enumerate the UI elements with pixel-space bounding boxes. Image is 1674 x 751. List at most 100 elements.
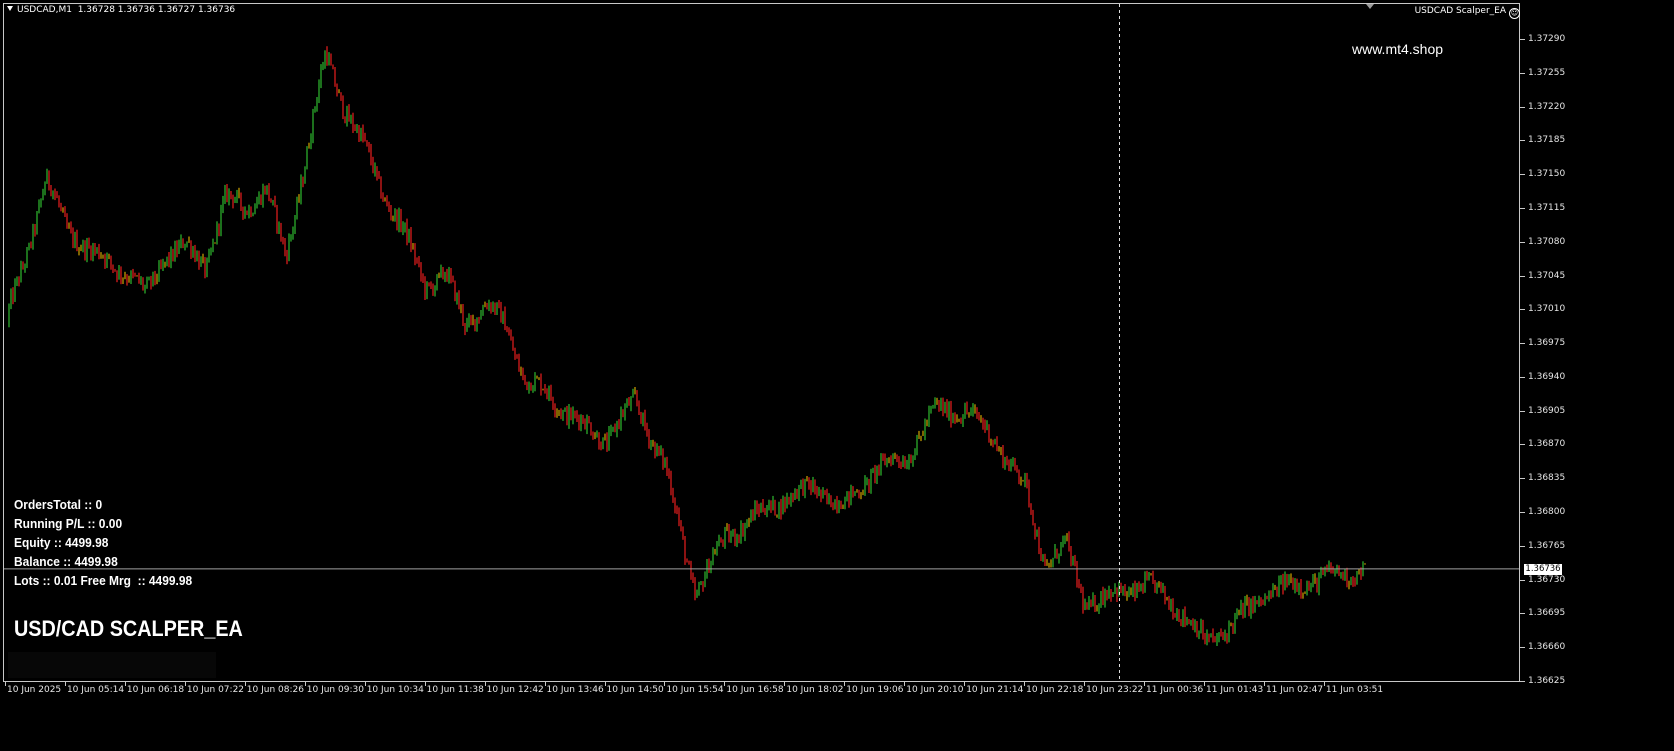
price-tick-mark [1520,613,1525,615]
time-tick-mark [1024,682,1026,686]
price-tick-mark [1520,275,1525,277]
price-tick-label: 1.36940 [1528,371,1566,382]
lots-free-margin: Lots :: 0.01 Free Mrg :: 4499.98 [14,573,193,588]
time-tick-label: 11 Jun 03:51 [1325,685,1384,695]
price-tick-mark [1520,444,1525,446]
price-tick-label: 1.37185 [1528,135,1566,146]
time-tick-mark [124,682,126,686]
price-tick-mark [1520,39,1525,40]
time-tick-mark [364,682,366,686]
price-tick-label: 1.37290 [1528,34,1566,44]
time-tick-mark [1144,682,1146,686]
time-tick-label: 10 Jun 11:38 [426,685,484,695]
time-tick-mark [184,682,186,686]
price-tick-label: 1.36800 [1528,507,1566,518]
time-axis[interactable]: 10 Jun 2025 10 Jun 05:14 10 Jun 06:18 10 Ju… [3,682,1520,704]
price-tick-label: 1.37220 [1528,101,1566,112]
equity: Equity :: 4499.98 [14,535,109,550]
price-tick-label: 1.36660 [1528,642,1566,653]
price-axis[interactable]: 1.37290 1.37255 1.37220 1.37185 1.37150 1.371… [1520,3,1674,686]
price-tick-mark [1520,309,1525,311]
price-tick-label: 1.36835 [1528,473,1566,484]
price-tick-mark [1520,376,1525,378]
price-tick-mark [1520,579,1525,581]
running-pl: Running P/L :: 0.00 [14,516,123,531]
time-tick-mark [64,682,66,686]
account-info-panel: OrdersTotal :: 0 Running P/L :: 0.00 Equ… [14,495,192,590]
time-tick-label: 11 Jun 02:47 [1265,685,1324,695]
price-tick-mark [1520,241,1525,243]
time-tick-label: 10 Jun 07:22 [186,685,245,695]
price-tick-label: 1.37080 [1528,236,1566,247]
time-tick-mark [664,682,666,686]
symbol-timeframe: USDCAD,M1 [17,5,72,15]
time-tick-label: 10 Jun 12:42 [486,685,544,695]
time-tick-label: 10 Jun 21:14 [966,685,1024,695]
price-tick-label: 1.37115 [1528,202,1566,213]
time-tick-label: 10 Jun 20:10 [906,685,964,695]
time-tick-label: 10 Jun 15:54 [666,685,724,695]
price-tick-label: 1.36765 [1528,540,1566,551]
chart-header: USDCAD,M1 1.36728 1.36736 1.36727 1.3673… [7,5,235,15]
time-tick-mark [5,682,6,686]
price-tick-mark [1520,72,1525,74]
time-tick-label: 10 Jun 19:06 [846,685,904,695]
price-tick-mark [1520,647,1525,649]
price-tick-label: 1.37150 [1528,169,1566,180]
price-tick-mark [1520,207,1525,209]
ea-title-label: USD/CAD SCALPER_EA [14,616,243,641]
time-tick-label: 10 Jun 2025 [7,685,62,695]
time-tick-label: 10 Jun 23:22 [1086,685,1144,695]
time-tick-mark [724,682,726,686]
time-tick-mark [964,682,966,686]
time-tick-label: 10 Jun 10:34 [366,685,424,695]
price-tick-label: 1.36625 [1528,676,1566,686]
price-tick-label: 1.36870 [1528,439,1566,450]
time-tick-label: 10 Jun 13:46 [546,685,604,695]
price-tick-label: 1.36975 [1528,338,1566,349]
expert-advisor-label[interactable]: USDCAD Scalper_EA ☺ [1415,6,1520,19]
price-tick-mark [1520,343,1525,345]
time-tick-mark [784,682,786,686]
time-tick-label: 10 Jun 06:18 [126,685,185,695]
price-tick-mark [1520,106,1525,108]
time-tick-label: 10 Jun 22:18 [1026,685,1084,695]
time-tick-label: 11 Jun 01:43 [1206,685,1264,695]
price-tick-mark [1520,140,1525,142]
price-tick-label: 1.36905 [1528,405,1566,416]
price-tick-mark [1520,512,1525,514]
price-tick-label: 1.37045 [1528,270,1566,281]
price-tick-mark [1520,410,1525,412]
time-tick-mark [844,682,846,686]
time-tick-label: 10 Jun 14:50 [606,685,664,695]
chart-menu-arrow-icon[interactable] [7,6,13,11]
time-tick-mark [544,682,546,686]
time-tick-mark [1263,682,1265,686]
price-tick-mark [1520,478,1525,480]
time-tick-label: 10 Jun 16:58 [726,685,784,695]
time-tick-mark [904,682,906,686]
overlay-box [8,652,216,678]
plot-area-border [3,3,1520,682]
time-tick-label: 10 Jun 05:14 [66,685,125,695]
time-tick-mark [424,682,426,686]
time-tick-mark [1204,682,1205,686]
time-tick-mark [1084,682,1086,686]
time-tick-label: 10 Jun 09:30 [306,685,364,695]
price-tick-mark [1520,545,1525,547]
time-tick-label: 10 Jun 08:26 [246,685,304,695]
price-tick-label: 1.36730 [1528,574,1566,585]
time-tick-mark [484,682,486,686]
chart-window[interactable]: USDCAD,M1 1.36728 1.36736 1.36727 1.3673… [0,0,1674,751]
current-price-label: 1.36736 [1524,563,1562,575]
quote-values: 1.36728 1.36736 1.36727 1.36736 [77,5,236,15]
time-tick-mark [304,682,306,686]
price-tick-label: 1.37255 [1528,67,1566,78]
chart-shift-marker[interactable] [1366,4,1374,9]
price-tick-label: 1.37010 [1528,304,1566,315]
time-tick-mark [244,682,246,686]
price-tick-mark [1520,174,1525,176]
time-tick-mark [1323,682,1325,686]
orders-total: OrdersTotal :: 0 [14,497,103,512]
expert-advisor-name: USDCAD Scalper_EA [1414,6,1506,16]
